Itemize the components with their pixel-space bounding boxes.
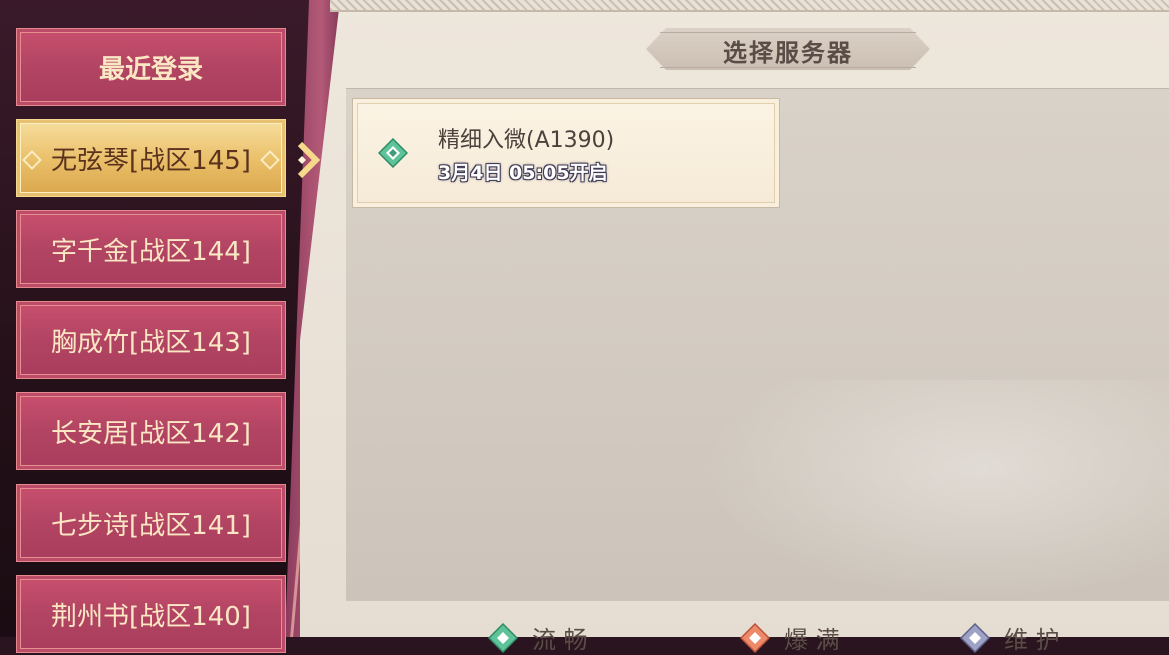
menu-item-label: 字千金[战区144] <box>51 236 251 267</box>
menu-item-zone-141[interactable]: 七步诗[战区141] <box>16 484 286 562</box>
diamond-ornament-icon <box>22 150 42 170</box>
menu-item-zone-140[interactable]: 荆州书[战区140] <box>16 575 286 653</box>
legend-label: 爆 满 <box>784 626 840 654</box>
panel-top-strip <box>330 0 1169 12</box>
diamond-icon <box>740 622 770 653</box>
mist-decoration <box>700 380 1169 600</box>
menu-item-zone-144[interactable]: 字千金[战区144] <box>16 210 286 288</box>
menu-item-zone-142[interactable]: 长安居[战区142] <box>16 392 286 470</box>
menu-item-label: 胸成竹[战区143] <box>51 327 251 358</box>
diamond-ornament-icon <box>260 150 280 170</box>
chevron-right-icon <box>297 141 321 179</box>
server-open-time: 3月4日 05:05开启 <box>438 162 608 184</box>
menu-item-label: 无弦琴[战区145] <box>51 145 251 176</box>
legend-label: 流 畅 <box>532 626 588 654</box>
menu-item-label: 荆州书[战区140] <box>51 601 251 632</box>
menu-item-recent-login[interactable]: 最近登录 <box>16 28 286 106</box>
diamond-icon <box>960 622 990 653</box>
legend-full: 爆 满 <box>740 620 840 655</box>
legend-maintenance: 维 护 <box>960 620 1060 655</box>
diamond-icon <box>378 138 408 168</box>
menu-item-label: 最近登录 <box>98 54 203 85</box>
menu-item-label: 七步诗[战区141] <box>51 510 251 541</box>
diamond-icon <box>488 622 518 653</box>
legend-smooth: 流 畅 <box>488 620 588 655</box>
menu-item-zone-143[interactable]: 胸成竹[战区143] <box>16 301 286 379</box>
server-name: 精细入微(A1390) <box>438 128 615 153</box>
page-title: 选择服务器 <box>660 32 916 68</box>
menu-item-label: 长安居[战区142] <box>51 418 251 449</box>
menu-item-zone-145[interactable]: 无弦琴[战区145] <box>16 119 286 197</box>
legend-label: 维 护 <box>1004 626 1060 654</box>
